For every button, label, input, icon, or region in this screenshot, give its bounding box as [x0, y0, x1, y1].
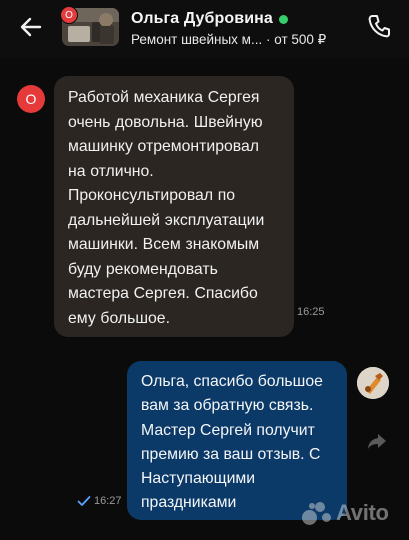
back-button[interactable]: [14, 12, 48, 42]
back-arrow-icon: [20, 17, 42, 37]
own-avatar-image: [357, 367, 389, 399]
avito-watermark: Avito: [302, 500, 389, 526]
incoming-message-text: Работой механика Сергея очень довольна. …: [68, 89, 265, 327]
share-icon: [368, 434, 386, 449]
sender-avatar[interactable]: О: [17, 85, 45, 113]
call-button[interactable]: [366, 12, 392, 40]
subtitle-separator: ·: [265, 32, 271, 47]
online-indicator: [278, 14, 288, 24]
own-avatar[interactable]: [357, 367, 389, 399]
phone-icon: [368, 15, 390, 38]
read-check-icon: [77, 496, 91, 506]
listing-price: от 500 ₽: [274, 32, 327, 47]
chat-header: О Ольга Дубровина Ремонт швейных м... · …: [0, 0, 409, 58]
contact-name: Ольга Дубровина: [131, 10, 273, 27]
forward-button[interactable]: [366, 430, 388, 452]
incoming-message-bubble[interactable]: Работой механика Сергея очень довольна. …: [54, 76, 294, 337]
listing-subtitle[interactable]: Ремонт швейных м... · от 500 ₽: [131, 32, 326, 48]
outgoing-message-text: Ольга, спасибо большое вам за обратную с…: [141, 373, 323, 512]
outgoing-message-time: 16:27: [94, 495, 122, 507]
avito-logo: [302, 500, 332, 526]
avito-wordmark: Avito: [336, 500, 389, 525]
outgoing-message-bubble[interactable]: Ольга, спасибо большое вам за обратную с…: [127, 361, 347, 520]
listing-title: Ремонт швейных м...: [131, 32, 263, 47]
contact-name-row[interactable]: Ольга Дубровина: [131, 10, 288, 28]
listing-badge: О: [60, 6, 78, 24]
incoming-message-time: 16:25: [297, 306, 325, 318]
